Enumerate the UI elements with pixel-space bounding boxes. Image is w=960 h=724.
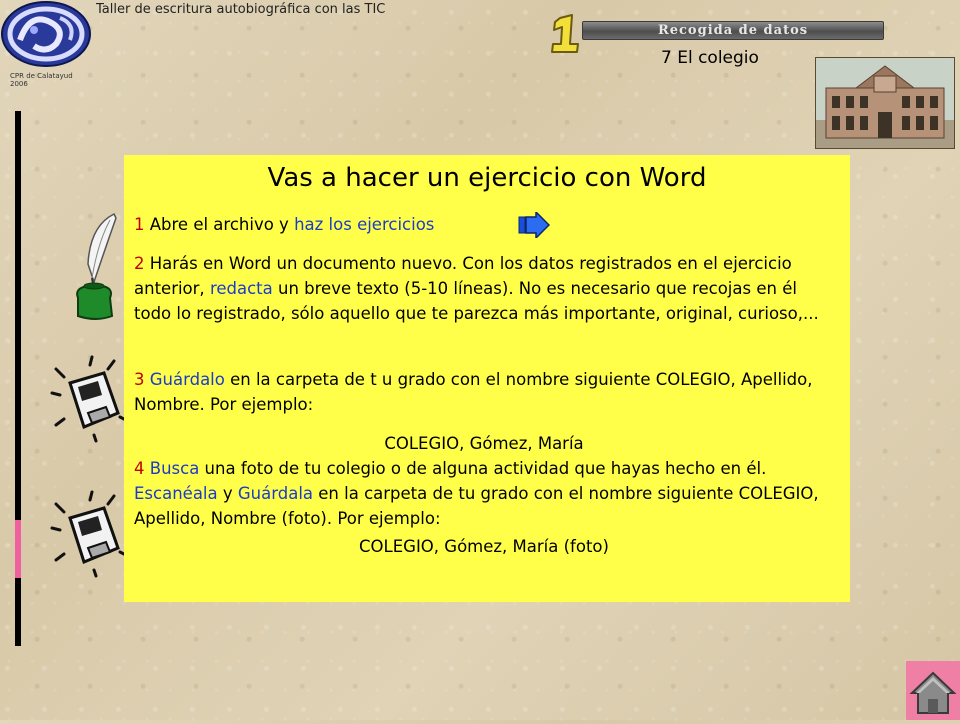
topic-label: 7 El colegio: [661, 48, 759, 68]
quill-inkwell-icon: [70, 212, 120, 324]
step-3: 3 Guárdalo en la carpeta de t u grado co…: [134, 367, 834, 417]
step-1: 1 Abre el archivo y haz los ejercicios: [134, 212, 834, 237]
step-3-text: en la carpeta de t u grado con el nombre…: [134, 370, 813, 414]
school-photo: [815, 57, 955, 149]
step-number-text: 1: [546, 14, 547, 15]
step-3-keyword: Guárdalo: [149, 370, 225, 389]
exercises-link[interactable]: haz los ejercicios: [294, 215, 434, 234]
header-title: Taller de escritura autobiográfica con l…: [96, 2, 386, 17]
logo-caption-line2: 2006: [10, 80, 28, 88]
step-number-badge: 1: [546, 14, 582, 54]
home-icon: [909, 671, 957, 714]
step-1-number: 1: [134, 215, 145, 234]
left-divider-highlight: [15, 520, 21, 578]
step-1-text: Abre el archivo y: [144, 215, 295, 234]
step-3-example: COLEGIO, Gómez, María: [384, 434, 584, 453]
logo-caption-line1: CPR de Calatayud: [10, 72, 73, 80]
step-2-number: 2: [134, 254, 145, 273]
step-4-text-b: y: [217, 484, 238, 503]
instructions-panel: Vas a hacer un ejercicio con Word 1 Abre…: [124, 155, 850, 602]
step-4-example: COLEGIO, Gómez, María (foto): [359, 537, 609, 556]
step-3-number: 3: [134, 370, 145, 389]
step-4-keyword-2: Escanéala: [134, 484, 218, 503]
step-4: 4 Busca una foto de tu colegio o de algu…: [134, 456, 834, 531]
step-2-keyword: redacta: [209, 279, 273, 298]
step-2: 2 Harás en Word un documento nuevo. Con …: [134, 251, 834, 326]
floppy-disk-icon: [50, 490, 132, 578]
step-4-keyword-1: Busca: [149, 459, 200, 478]
step-4-number: 4: [134, 459, 145, 478]
logo-icon: [0, 0, 92, 68]
home-button[interactable]: [906, 661, 960, 720]
section-banner: Recogida de datos: [582, 21, 884, 40]
step-4-keyword-3: Guárdala: [237, 484, 314, 503]
logo-caption: CPR de Calatayud 2006: [10, 72, 73, 88]
floppy-disk-icon: [50, 355, 132, 443]
next-arrow-icon[interactable]: [518, 210, 551, 240]
content-title: Vas a hacer un ejercicio con Word: [267, 163, 707, 193]
step-4-text-a: una foto de tu colegio o de alguna activ…: [199, 459, 767, 478]
